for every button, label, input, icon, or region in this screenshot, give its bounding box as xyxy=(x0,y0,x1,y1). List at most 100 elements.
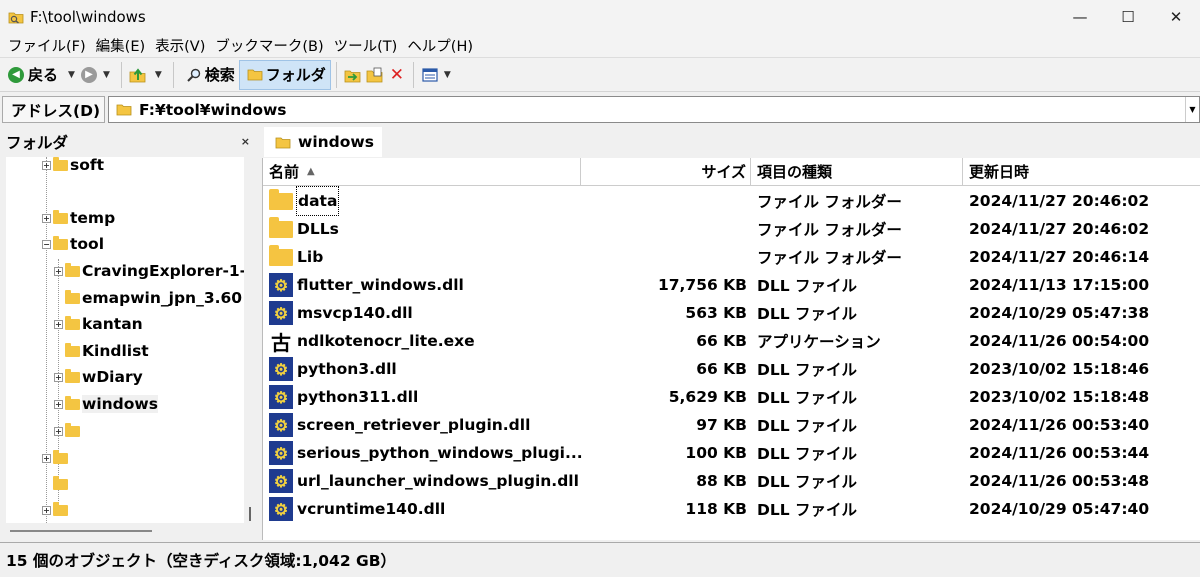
maximize-button[interactable]: ☐ xyxy=(1104,0,1152,33)
column-header-date[interactable]: 更新日時 xyxy=(963,158,1200,186)
close-button[interactable]: ✕ xyxy=(1152,0,1200,33)
menu-tools[interactable]: ツール(T) xyxy=(329,35,403,56)
expand-icon[interactable]: + xyxy=(54,266,63,276)
file-row[interactable]: ⚙ python311.dll 5,629 KB DLL ファイル 2023/1… xyxy=(263,383,1200,411)
expand-icon[interactable]: + xyxy=(42,505,51,515)
collapse-icon[interactable]: − xyxy=(42,239,51,249)
forward-dropdown-icon[interactable]: ▼ xyxy=(103,70,110,80)
column-header-name[interactable]: 名前 ▲ xyxy=(263,158,581,186)
toolbar-separator xyxy=(412,61,414,88)
menu-edit[interactable]: 編集(E) xyxy=(91,35,150,56)
folder-icon xyxy=(65,315,80,330)
tree-item-temp[interactable]: + temp xyxy=(42,207,115,229)
expand-icon[interactable]: + xyxy=(54,372,63,382)
column-header-size[interactable]: サイズ xyxy=(581,158,751,186)
file-row[interactable]: data ファイル フォルダー 2024/11/27 20:46:02 xyxy=(263,186,1200,216)
folder-icon xyxy=(65,422,80,437)
tree-item-cravingexplorer[interactable]: + CravingExplorer-1-0 xyxy=(54,260,244,282)
folders-button[interactable]: フォルダ xyxy=(238,59,331,90)
folder-open-icon xyxy=(53,235,68,250)
file-date: 2024/11/13 17:15:00 xyxy=(969,276,1150,294)
file-row[interactable]: ⚙ flutter_windows.dll 17,756 KB DLL ファイル… xyxy=(263,271,1200,299)
search-button[interactable]: 検索 xyxy=(179,60,239,90)
tree-item-unlabeled[interactable]: + xyxy=(42,499,70,521)
file-row[interactable]: 古 ndlkotenocr_lite.exe 66 KB アプリケーション 20… xyxy=(263,327,1200,355)
status-bar: 15 個のオブジェクト（空きディスク領域:1,042 GB） xyxy=(0,542,1200,577)
folder-tree-vertical-scrollbar[interactable] xyxy=(246,157,256,523)
column-header-type[interactable]: 項目の種類 xyxy=(751,158,963,186)
file-type: ファイル フォルダー xyxy=(757,193,902,211)
expand-icon[interactable]: + xyxy=(42,160,51,170)
menu-bookmark[interactable]: ブックマーク(B) xyxy=(210,35,328,56)
views-icon[interactable] xyxy=(421,66,439,84)
minimize-button[interactable]: — xyxy=(1056,0,1104,33)
move-to-icon[interactable] xyxy=(344,66,362,84)
views-dropdown-icon[interactable]: ▼ xyxy=(444,70,451,80)
dll-file-icon: ⚙ xyxy=(269,413,293,437)
expand-icon[interactable]: + xyxy=(42,213,51,223)
application-icon: 古 xyxy=(271,330,291,355)
expand-icon[interactable]: + xyxy=(54,319,63,329)
file-row[interactable]: ⚙ url_launcher_windows_plugin.dll 88 KB … xyxy=(263,467,1200,495)
file-row[interactable]: ⚙ vcruntime140.dll 118 KB DLL ファイル 2024/… xyxy=(263,495,1200,523)
expand-icon[interactable]: + xyxy=(54,426,63,436)
file-date: 2024/11/26 00:53:40 xyxy=(969,416,1150,434)
folder-tree[interactable]: + soft + temp − tool + CravingExplorer-1… xyxy=(6,157,244,523)
address-value: F:¥tool¥windows xyxy=(139,100,287,119)
folder-pane-close-icon[interactable]: × xyxy=(241,135,250,148)
file-row[interactable]: ⚙ python3.dll 66 KB DLL ファイル 2023/10/02 … xyxy=(263,355,1200,383)
menu-help[interactable]: ヘルプ(H) xyxy=(402,35,478,56)
tree-item-unlabeled[interactable]: + xyxy=(54,420,82,442)
menu-file[interactable]: ファイル(F) xyxy=(3,35,91,56)
folder-icon xyxy=(53,449,68,464)
file-type: ファイル フォルダー xyxy=(757,249,902,267)
folder-icon xyxy=(65,289,80,304)
file-size: 66 KB xyxy=(696,332,747,350)
tree-item-kindlist[interactable]: Kindlist xyxy=(65,340,149,362)
up-dropdown-icon[interactable]: ▼ xyxy=(155,70,162,80)
back-arrow-icon: ◀ xyxy=(8,66,24,83)
file-row[interactable]: ⚙ screen_retriever_plugin.dll 97 KB DLL … xyxy=(263,411,1200,439)
copy-to-icon[interactable] xyxy=(366,66,384,84)
search-icon xyxy=(185,66,203,84)
file-size: 118 KB xyxy=(685,500,747,518)
forward-arrow-icon[interactable]: ▶ xyxy=(80,66,97,83)
folder-tab[interactable]: windows xyxy=(264,127,382,157)
tree-item-tool[interactable]: − tool xyxy=(42,233,104,255)
file-row[interactable]: ⚙ msvcp140.dll 563 KB DLL ファイル 2024/10/2… xyxy=(263,299,1200,327)
tree-item-kantan[interactable]: + kantan xyxy=(54,313,143,335)
file-row[interactable]: ⚙ serious_python_windows_plugi... 100 KB… xyxy=(263,439,1200,467)
tree-item-soft[interactable]: + soft xyxy=(42,157,104,176)
file-name: ndlkotenocr_lite.exe xyxy=(297,332,475,350)
file-name: python3.dll xyxy=(297,360,397,378)
folder-icon xyxy=(65,262,80,277)
file-date: 2024/11/27 20:46:02 xyxy=(969,220,1150,238)
dll-file-icon: ⚙ xyxy=(269,301,293,325)
tree-item-wdiary[interactable]: + wDiary xyxy=(54,366,143,388)
delete-icon[interactable]: ✕ xyxy=(388,65,406,85)
file-type: DLL ファイル xyxy=(757,389,858,407)
file-row[interactable]: Lib ファイル フォルダー 2024/11/27 20:46:14 xyxy=(263,243,1200,271)
address-field[interactable]: F:¥tool¥windows ▼ xyxy=(108,96,1200,123)
tree-item-unlabeled[interactable] xyxy=(53,473,70,495)
folder-tree-horizontal-scrollbar[interactable] xyxy=(6,525,244,537)
file-type: DLL ファイル xyxy=(757,277,858,295)
menu-view[interactable]: 表示(V) xyxy=(150,35,210,56)
address-bar: アドレス(D) F:¥tool¥windows ▼ xyxy=(0,93,1200,126)
toolbar-separator xyxy=(335,61,337,88)
tree-item-unlabeled[interactable]: + xyxy=(42,447,70,469)
file-type: DLL ファイル xyxy=(757,305,858,323)
expand-icon[interactable]: + xyxy=(42,453,51,463)
back-dropdown-icon[interactable]: ▼ xyxy=(68,70,75,80)
file-size xyxy=(583,187,747,215)
dll-file-icon: ⚙ xyxy=(269,385,293,409)
back-button[interactable]: ◀ 戻る xyxy=(4,60,62,90)
file-row[interactable]: DLLs ファイル フォルダー 2024/11/27 20:46:02 xyxy=(263,215,1200,243)
tree-item-emapwin[interactable]: emapwin_jpn_3.60 xyxy=(65,287,242,309)
up-folder-icon[interactable] xyxy=(129,66,147,84)
folder-app-icon xyxy=(8,10,24,24)
address-dropdown-icon[interactable]: ▼ xyxy=(1185,97,1199,122)
dll-file-icon: ⚙ xyxy=(269,357,293,381)
tree-item-windows[interactable]: + windows xyxy=(54,393,158,415)
expand-icon[interactable]: + xyxy=(54,399,63,409)
